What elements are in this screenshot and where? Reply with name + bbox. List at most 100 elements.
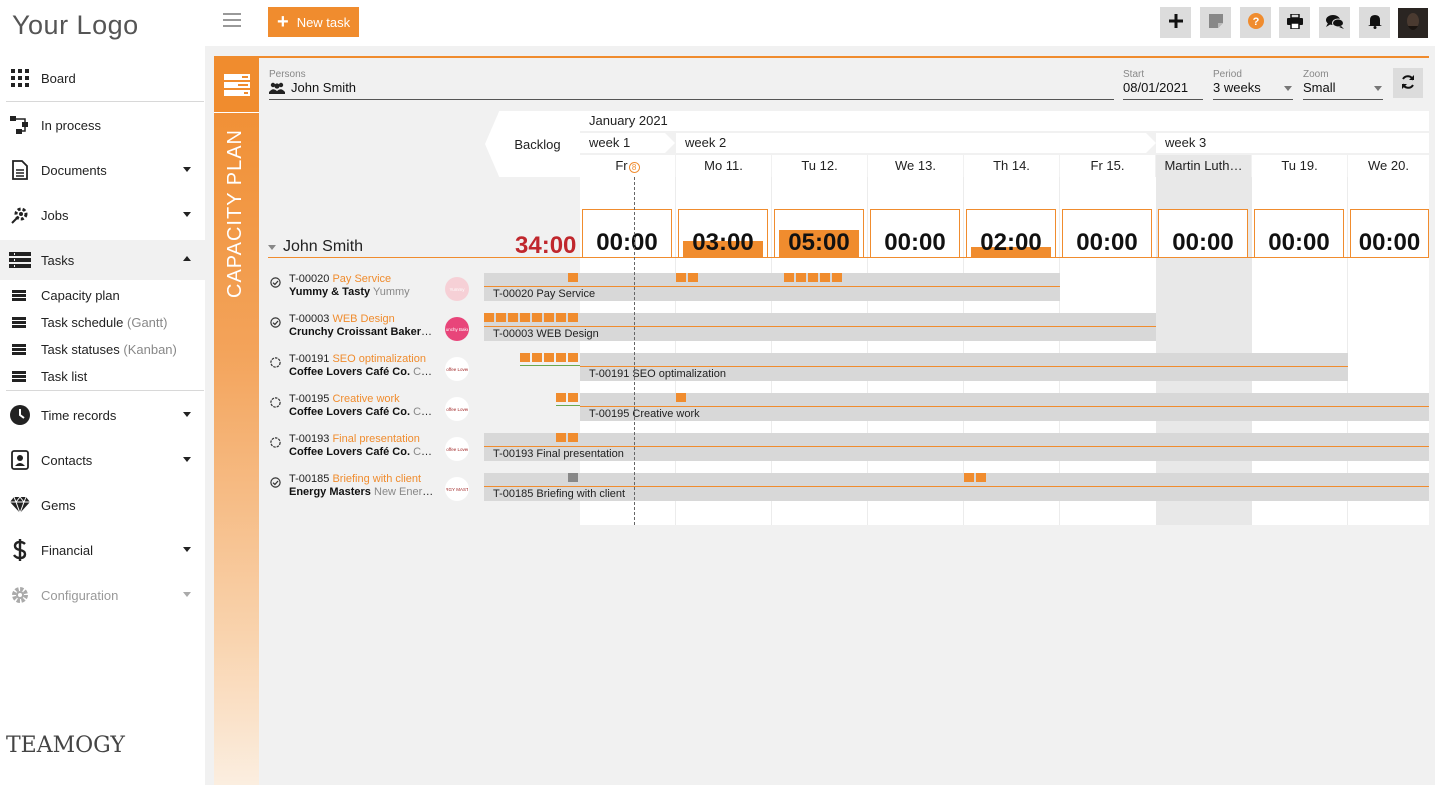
sub-item-task-statuses[interactable]: Task statuses (Kanban) bbox=[0, 336, 205, 363]
allocation-block[interactable] bbox=[688, 273, 698, 282]
notifications-button[interactable] bbox=[1359, 7, 1390, 38]
task-bar[interactable]: T-00193 Final presentation bbox=[484, 433, 1429, 461]
task-title-link[interactable]: WEB Design bbox=[332, 313, 394, 325]
notes-button[interactable] bbox=[1200, 7, 1231, 38]
allocation-block[interactable] bbox=[976, 473, 986, 482]
capacity-tab-icon[interactable] bbox=[214, 58, 259, 113]
allocation-block[interactable] bbox=[556, 313, 566, 322]
bell-icon bbox=[1367, 13, 1382, 32]
nav-jobs[interactable]: Jobs bbox=[0, 195, 205, 235]
client-name: Coffee Lovers Café Co. bbox=[289, 446, 411, 458]
allocation-block[interactable] bbox=[556, 353, 566, 362]
task-title-link[interactable]: Creative work bbox=[332, 393, 399, 405]
allocation-block[interactable] bbox=[568, 353, 578, 362]
allocation-block[interactable] bbox=[508, 313, 518, 322]
daily-capacity-box[interactable]: 00:00 bbox=[870, 209, 960, 258]
allocation-block[interactable] bbox=[964, 473, 974, 482]
nav-documents[interactable]: Documents bbox=[0, 150, 205, 190]
allocation-block[interactable] bbox=[568, 393, 578, 402]
daily-capacity-box[interactable]: 00:00 bbox=[582, 209, 672, 258]
daily-capacity-box[interactable]: 02:00 bbox=[966, 209, 1056, 258]
user-avatar[interactable] bbox=[1398, 8, 1428, 38]
nav-in-process[interactable]: In process bbox=[0, 105, 205, 145]
persons-field[interactable]: John Smith bbox=[269, 80, 1114, 100]
divider bbox=[6, 390, 204, 391]
open-circle-icon[interactable] bbox=[270, 436, 281, 448]
allocation-block[interactable] bbox=[544, 313, 554, 322]
nav-board[interactable]: Board bbox=[0, 58, 205, 98]
zoom-select[interactable]: Small bbox=[1303, 80, 1383, 100]
new-task-button[interactable]: + New task bbox=[268, 7, 359, 37]
check-circle-icon[interactable] bbox=[270, 316, 281, 328]
backlog-button[interactable]: Backlog bbox=[485, 111, 580, 177]
hamburger-menu-icon[interactable] bbox=[223, 13, 241, 29]
day-header-holiday: Martin Luth… bbox=[1156, 155, 1251, 177]
note-icon bbox=[1208, 14, 1223, 31]
allocation-block[interactable] bbox=[556, 433, 566, 442]
allocation-block[interactable] bbox=[496, 313, 506, 322]
allocation-block[interactable] bbox=[520, 353, 530, 362]
person-group-toggle[interactable]: John Smith bbox=[268, 238, 363, 256]
daily-capacity-box[interactable]: 03:00 bbox=[678, 209, 768, 258]
allocation-block[interactable] bbox=[676, 393, 686, 402]
gear-icon bbox=[9, 584, 31, 606]
check-circle-icon[interactable] bbox=[270, 476, 281, 488]
allocation-block[interactable] bbox=[568, 273, 578, 282]
start-date-field[interactable]: 08/01/2021 bbox=[1123, 80, 1203, 100]
check-circle-icon[interactable] bbox=[270, 276, 281, 288]
task-bar[interactable]: T-00003 WEB Design bbox=[484, 313, 1156, 341]
start-label: Start bbox=[1123, 69, 1145, 80]
refresh-button[interactable] bbox=[1393, 68, 1423, 98]
nav-label: Configuration bbox=[41, 587, 119, 603]
task-bar[interactable]: T-00195 Creative work bbox=[580, 393, 1429, 421]
nav-time-records[interactable]: Time records bbox=[0, 395, 205, 435]
refresh-icon bbox=[1400, 74, 1416, 93]
nav-label: Contacts bbox=[41, 452, 93, 468]
open-circle-icon[interactable] bbox=[270, 356, 281, 368]
nav-gems[interactable]: Gems bbox=[0, 485, 205, 525]
sub-item-task-list[interactable]: Task list bbox=[0, 363, 205, 390]
nav-contacts[interactable]: Contacts bbox=[0, 440, 205, 480]
daily-capacity-box[interactable]: 00:00 bbox=[1062, 209, 1152, 258]
nav-label: Time records bbox=[41, 407, 117, 423]
nav-financial[interactable]: Financial bbox=[0, 530, 205, 570]
task-title-link[interactable]: SEO optimalization bbox=[332, 353, 426, 365]
add-button[interactable] bbox=[1160, 7, 1191, 38]
allocation-block-done[interactable] bbox=[568, 473, 578, 482]
allocation-block[interactable] bbox=[544, 353, 554, 362]
allocation-block[interactable] bbox=[676, 273, 686, 282]
task-title-link[interactable]: Pay Service bbox=[332, 273, 391, 285]
task-title-link[interactable]: Final presentation bbox=[332, 433, 419, 445]
allocation-block[interactable] bbox=[568, 313, 578, 322]
help-button[interactable]: ? bbox=[1240, 7, 1271, 38]
client-name: Crunchy Croissant Bakery bbox=[289, 326, 428, 338]
daily-capacity-box[interactable]: 00:00 bbox=[1350, 209, 1429, 258]
daily-capacity-box[interactable]: 00:00 bbox=[1254, 209, 1344, 258]
allocation-block[interactable] bbox=[832, 273, 842, 282]
allocation-block[interactable] bbox=[568, 433, 578, 442]
print-button[interactable] bbox=[1279, 7, 1310, 38]
client-logo: Yummy bbox=[445, 277, 469, 301]
sub-item-capacity-plan[interactable]: Capacity plan bbox=[0, 282, 205, 309]
nav-tasks[interactable]: Tasks bbox=[0, 240, 205, 280]
task-bar[interactable]: T-00185 Briefing with client bbox=[484, 473, 1429, 501]
allocation-block[interactable] bbox=[796, 273, 806, 282]
allocation-block[interactable] bbox=[784, 273, 794, 282]
daily-capacity-box[interactable]: 05:00 bbox=[774, 209, 864, 258]
daily-capacity-box[interactable]: 00:00 bbox=[1158, 209, 1248, 258]
allocation-block[interactable] bbox=[484, 313, 494, 322]
open-circle-icon[interactable] bbox=[270, 396, 281, 408]
allocation-block[interactable] bbox=[820, 273, 830, 282]
sub-item-task-schedule[interactable]: Task schedule (Gantt) bbox=[0, 309, 205, 336]
allocation-block[interactable] bbox=[532, 353, 542, 362]
task-title-link[interactable]: Briefing with client bbox=[332, 473, 421, 485]
period-select[interactable]: 3 weeks bbox=[1213, 80, 1293, 100]
daily-hours-value: 02:00 bbox=[980, 229, 1042, 256]
task-bar[interactable]: T-00191 SEO optimalization bbox=[580, 353, 1348, 381]
allocation-block[interactable] bbox=[520, 313, 530, 322]
allocation-block[interactable] bbox=[532, 313, 542, 322]
messages-button[interactable] bbox=[1319, 7, 1350, 38]
nav-configuration[interactable]: Configuration bbox=[0, 575, 205, 615]
allocation-block[interactable] bbox=[808, 273, 818, 282]
allocation-block[interactable] bbox=[556, 393, 566, 402]
